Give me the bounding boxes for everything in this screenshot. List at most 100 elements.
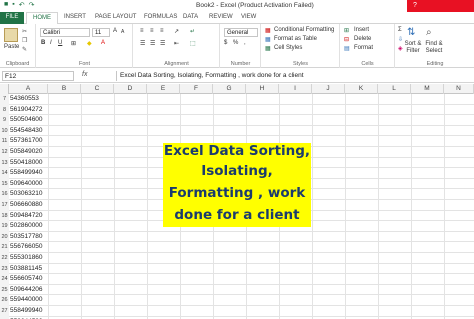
cell-a[interactable]: 503517780 [10,232,48,243]
row-number[interactable]: 19 [0,221,9,232]
align-center-icon[interactable]: ☰ [150,40,155,47]
cell-a[interactable]: 550418000 [10,158,48,169]
row-number[interactable]: 21 [0,242,9,253]
percent-icon[interactable]: % [233,40,238,46]
cell-a[interactable]: 503063210 [10,189,48,200]
tab-home[interactable]: HOME [26,12,58,24]
undo-icon[interactable]: ↶ [19,1,25,9]
bold-icon[interactable]: B [41,40,45,46]
conditional-formatting-button[interactable]: Conditional Formatting [274,27,334,33]
delete-cells-button[interactable]: Delete [354,36,371,42]
row-number[interactable]: 20 [0,231,9,243]
cell-a[interactable]: 558499940 [10,306,48,317]
tab-page-layout[interactable]: PAGE LAYOUT [95,14,136,20]
cell-a[interactable]: 503881145 [10,264,48,275]
cell-a[interactable]: 559440000 [10,295,48,306]
paste-button[interactable]: Paste [4,44,19,50]
cell-a[interactable]: 558499940 [10,168,48,179]
tab-view[interactable]: VIEW [241,14,256,20]
column-header-g[interactable]: G [213,84,246,94]
row-number[interactable]: 27 [0,306,9,317]
wrap-text-icon[interactable]: ↵ [190,28,195,35]
redo-icon[interactable]: ↷ [29,1,35,9]
save-icon[interactable]: ▪ [12,1,14,9]
tab-insert[interactable]: INSERT [64,14,86,20]
row-number[interactable]: 12 [0,147,9,158]
row-number[interactable]: 7 [0,94,9,105]
formula-input[interactable]: Excel Data Sorting, Isolating, Formattin… [116,71,472,81]
column-header-c[interactable]: C [81,84,114,94]
cell-a[interactable]: 556766050 [10,242,48,253]
insert-function-button[interactable]: fx [82,71,87,78]
row-number[interactable]: 15 [0,178,9,190]
font-color-icon[interactable]: A [101,40,105,46]
grow-font-icon[interactable]: A [113,28,117,34]
cell-a[interactable]: 550504600 [10,115,48,126]
cell-a[interactable]: 509484720 [10,211,48,222]
column-header-j[interactable]: J [312,84,345,94]
name-box[interactable]: F12 [2,71,74,81]
column-header-b[interactable]: B [48,84,81,94]
format-cells-button[interactable]: Format [354,45,373,51]
cut-icon[interactable]: ✂ [22,28,27,35]
sort-filter-button[interactable]: Sort & Filter [402,41,424,55]
format-as-table-button[interactable]: Format as Table [274,36,317,42]
row-number[interactable]: 14 [0,168,9,179]
font-name-combo[interactable]: Calibri [40,28,90,37]
column-header-a[interactable]: A [9,84,48,94]
column-header-h[interactable]: H [246,84,279,94]
row-number[interactable]: 10 [0,125,9,137]
tab-review[interactable]: REVIEW [209,14,233,20]
tab-formulas[interactable]: FORMULAS [144,14,177,20]
font-size-combo[interactable]: 11 [92,28,110,37]
cell-a[interactable]: 502860000 [10,221,48,232]
row-number[interactable]: 13 [0,157,9,169]
row-number[interactable]: 26 [0,295,9,306]
indent-icon[interactable]: ⇤ [174,40,179,47]
format-painter-icon[interactable]: ✎ [22,46,27,53]
copy-icon[interactable]: ❐ [22,37,27,44]
row-number[interactable]: 24 [0,274,9,285]
borders-icon[interactable]: ⊞ [71,40,76,47]
orientation-icon[interactable]: ↗ [174,28,179,35]
find-select-button[interactable]: Find & Select [422,41,446,55]
column-header-i[interactable]: I [279,84,312,94]
tab-data[interactable]: DATA [183,14,198,20]
row-number[interactable]: 22 [0,253,9,264]
insert-cells-button[interactable]: Insert [354,27,369,33]
row-number[interactable]: 25 [0,284,9,296]
merge-center-icon[interactable]: ⬚ [190,40,196,47]
column-header-n[interactable]: N [444,84,474,94]
paste-icon[interactable] [4,28,18,42]
autosum-icon[interactable]: Σ [398,27,402,33]
cell-a[interactable]: 555301860 [10,253,48,264]
cell-a[interactable]: 505849020 [10,147,48,158]
cell-styles-button[interactable]: Cell Styles [274,45,302,51]
cell-a[interactable]: 54360553 [10,94,48,105]
row-number[interactable]: 9 [0,115,9,126]
select-all-corner[interactable] [0,84,9,94]
row-number[interactable]: 18 [0,210,9,222]
align-left-icon[interactable]: ☰ [140,40,145,47]
cell-a[interactable]: 509640000 [10,179,48,190]
align-bottom-icon[interactable]: ≡ [160,28,164,34]
column-header-k[interactable]: K [345,84,378,94]
cell-a[interactable]: 561904272 [10,105,48,116]
cell-a[interactable]: 506660880 [10,200,48,211]
row-number[interactable]: 17 [0,200,9,211]
cell-a[interactable]: 556605740 [10,274,48,285]
column-header-m[interactable]: M [411,84,444,94]
cell-a[interactable]: 557361700 [10,136,48,147]
align-middle-icon[interactable]: ≡ [150,28,154,34]
row-number[interactable]: 16 [0,189,9,200]
row-number[interactable]: 11 [0,136,9,147]
column-header-e[interactable]: E [147,84,180,94]
underline-icon[interactable]: U [58,40,62,46]
column-header-f[interactable]: F [180,84,213,94]
row-number[interactable]: 8 [0,104,9,116]
help-button[interactable]: ? [413,2,417,9]
column-header-d[interactable]: D [114,84,147,94]
tab-file[interactable]: FILE [0,12,24,24]
column-header-l[interactable]: L [378,84,411,94]
number-format-combo[interactable]: General [224,28,258,37]
